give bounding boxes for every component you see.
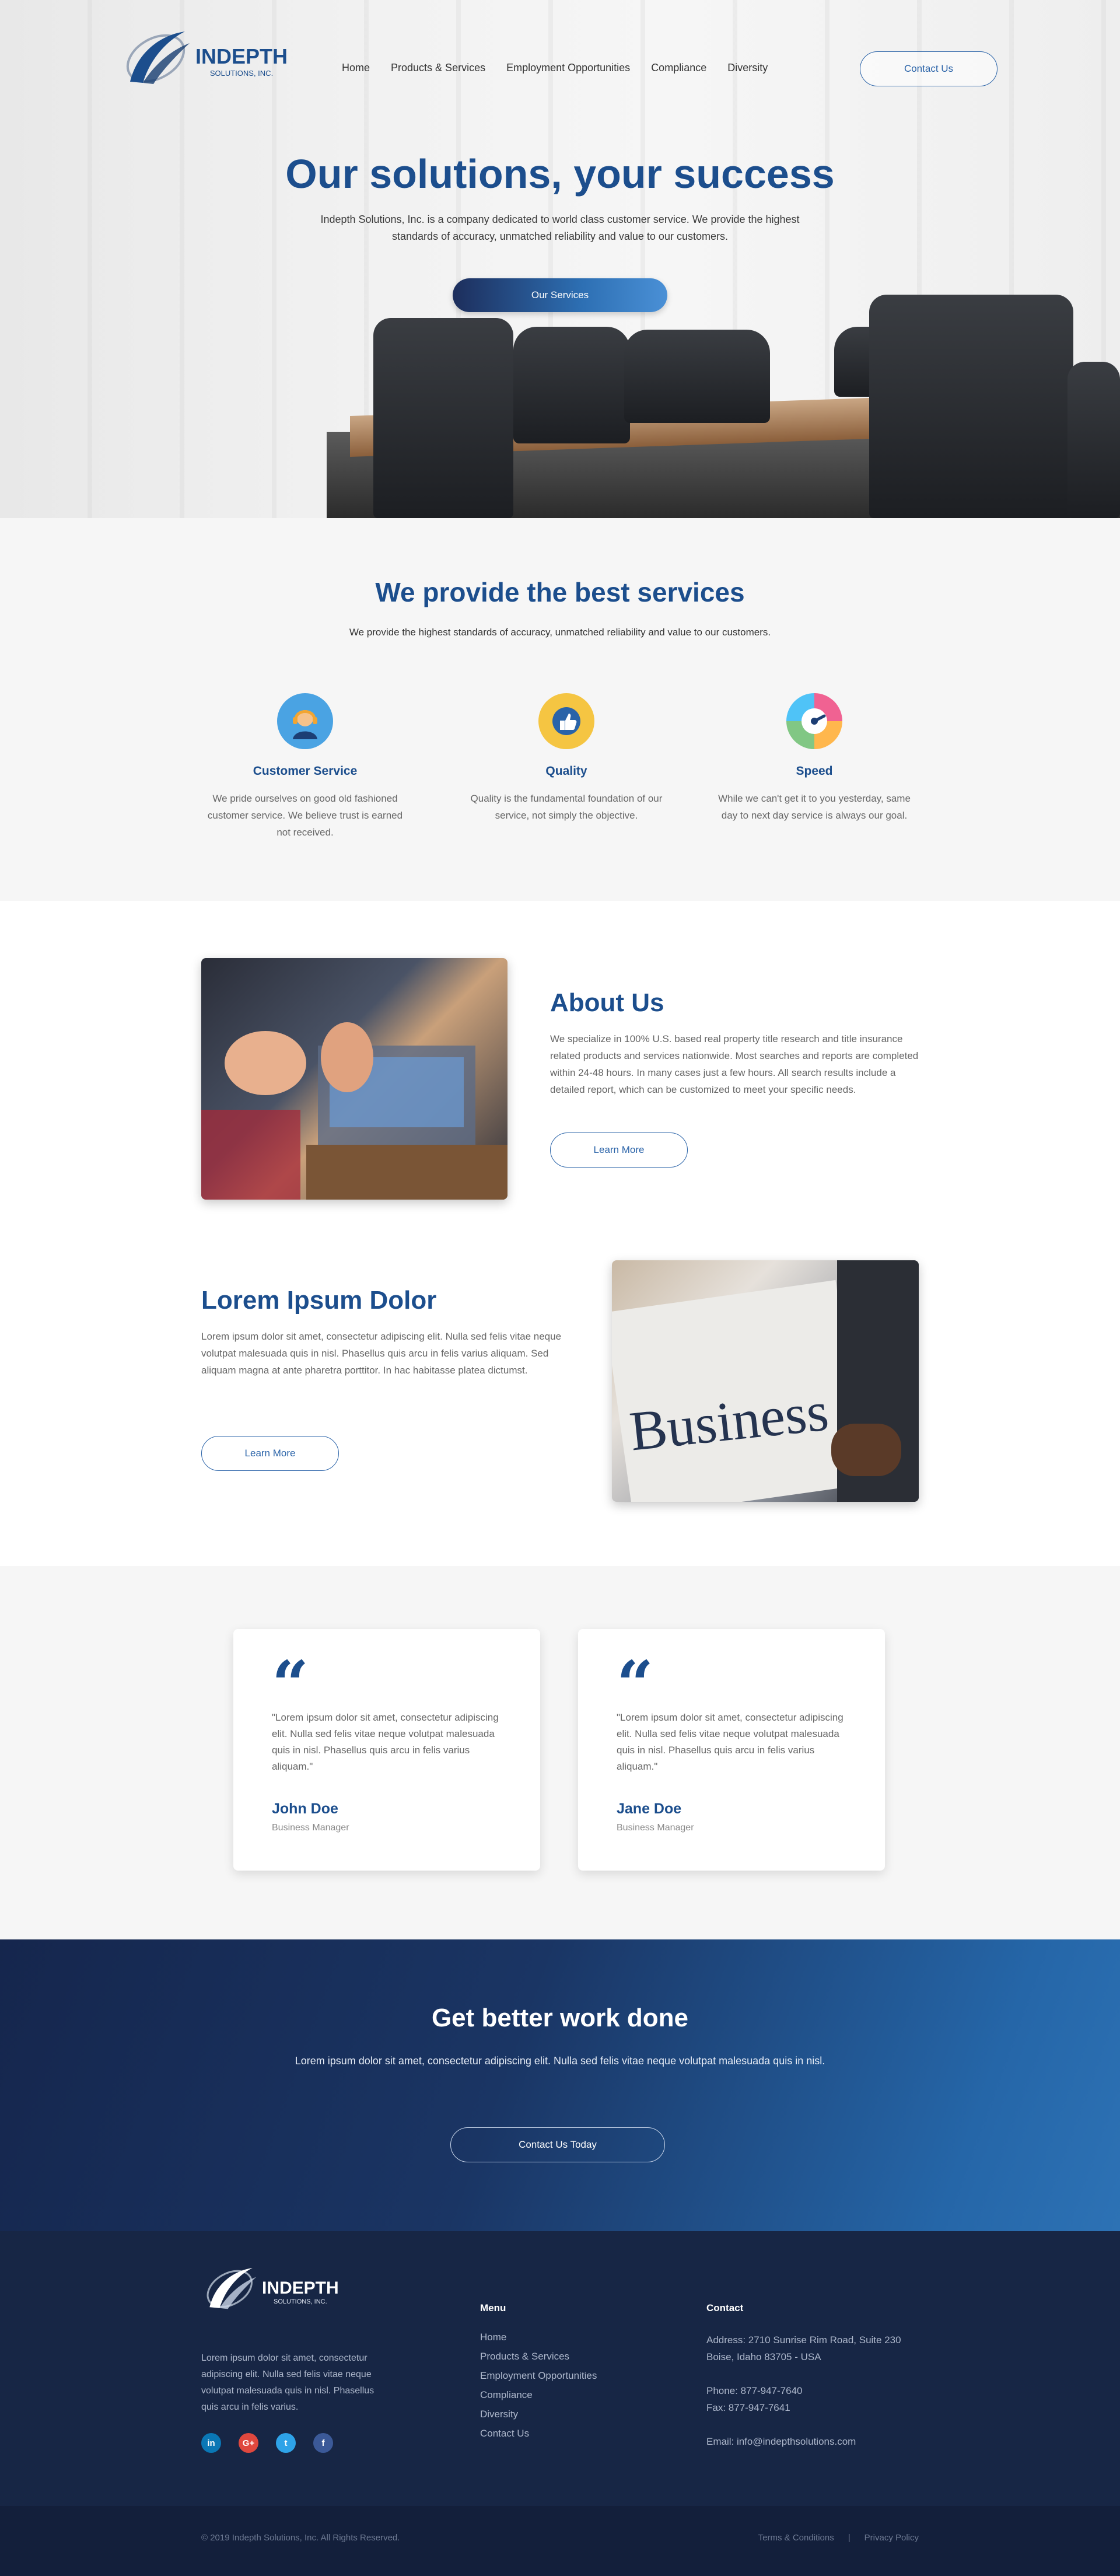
- hero-chair: [513, 327, 630, 443]
- business-newspaper-photo: Business: [612, 1260, 919, 1502]
- service-title: Speed: [796, 764, 833, 778]
- legal-links: Terms & Conditions | Privacy Policy: [758, 2533, 919, 2543]
- testimonial-name: John Doe: [272, 1801, 338, 1817]
- meeting-hands-photo: [201, 958, 508, 1200]
- facebook-icon[interactable]: f: [313, 2433, 333, 2453]
- service-title: Quality: [545, 764, 587, 778]
- footer: INDEPTH SOLUTIONS, INC. Lorem ipsum dolo…: [0, 2231, 1120, 2506]
- footer-menu-title: Menu: [480, 2302, 506, 2313]
- hero-section: INDEPTH SOLUTIONS, INC. Home Products & …: [0, 0, 1120, 518]
- service-description: While we can't get it to you yesterday, …: [718, 793, 911, 821]
- speedometer-icon: [786, 693, 842, 749]
- service-description: Quality is the fundamental foundation of…: [470, 793, 663, 821]
- footer-menu-employment[interactable]: Employment Opportunities: [480, 2370, 597, 2382]
- cta-title: Get better work done: [431, 2004, 689, 2032]
- service-title: Customer Service: [253, 764, 358, 778]
- nav-item-diversity[interactable]: Diversity: [727, 62, 768, 74]
- top-navigation: INDEPTH SOLUTIONS, INC. Home Products & …: [0, 0, 1120, 117]
- cta-subtitle: Lorem ipsum dolor sit amet, consectetur …: [295, 2055, 825, 2067]
- hero-chair: [624, 330, 770, 423]
- footer-contact-info: Address: 2710 Sunrise Rim Road, Suite 23…: [706, 2332, 940, 2467]
- footer-description: Lorem ipsum dolor sit amet, consectetur …: [201, 2353, 374, 2412]
- quote-icon: “: [272, 1647, 309, 1722]
- footer-logo[interactable]: INDEPTH SOLUTIONS, INC.: [201, 2262, 339, 2314]
- service-card-customer-service: Customer Service We pride ourselves on g…: [203, 693, 407, 841]
- footer-email[interactable]: Email: info@indepthsolutions.com: [706, 2436, 856, 2447]
- testimonial-role: Business Manager: [617, 1823, 694, 1833]
- logo-subtitle: SOLUTIONS, INC.: [209, 69, 274, 78]
- testimonial-role: Business Manager: [272, 1823, 349, 1833]
- hero-description: Indepth Solutions, Inc. is a company ded…: [320, 214, 800, 242]
- logo-swoosh-icon: [126, 32, 190, 84]
- our-services-button[interactable]: Our Services: [453, 278, 667, 312]
- google-plus-icon[interactable]: G+: [239, 2433, 258, 2453]
- copyright-text: © 2019 Indepth Solutions, Inc. All Right…: [201, 2533, 400, 2543]
- footer-menu-contact[interactable]: Contact Us: [480, 2428, 597, 2439]
- footer-phone: Phone: 877-947-7640: [706, 2385, 803, 2396]
- nav-item-products-services[interactable]: Products & Services: [391, 62, 485, 74]
- nav-item-compliance[interactable]: Compliance: [651, 62, 706, 74]
- footer-menu-products-services[interactable]: Products & Services: [480, 2351, 597, 2362]
- footer-menu-compliance[interactable]: Compliance: [480, 2389, 597, 2401]
- twitter-icon[interactable]: t: [276, 2433, 296, 2453]
- testimonial-card: “ "Lorem ipsum dolor sit amet, consectet…: [578, 1629, 885, 1871]
- social-links: in G+ t f: [201, 2433, 333, 2453]
- logo-name: INDEPTH: [195, 44, 288, 68]
- quote-icon: “: [617, 1647, 654, 1722]
- about-text: We specialize in 100% U.S. based real pr…: [550, 1033, 919, 1095]
- footer-menu-home[interactable]: Home: [480, 2332, 597, 2343]
- footer-menu-diversity[interactable]: Diversity: [480, 2409, 597, 2420]
- about-learn-more-button[interactable]: Learn More: [550, 1133, 688, 1168]
- hero-title: Our solutions, your success: [285, 151, 835, 197]
- nav-item-employment[interactable]: Employment Opportunities: [506, 62, 630, 74]
- testimonial-card: “ "Lorem ipsum dolor sit amet, consectet…: [233, 1629, 540, 1871]
- footer-address-line1: Address: 2710 Sunrise Rim Road, Suite 23…: [706, 2334, 901, 2346]
- linkedin-icon[interactable]: in: [201, 2433, 221, 2453]
- footer-menu: Home Products & Services Employment Oppo…: [480, 2332, 597, 2447]
- contact-us-today-button[interactable]: Contact Us Today: [450, 2127, 665, 2162]
- service-card-quality: Quality Quality is the fundamental found…: [464, 693, 668, 824]
- testimonial-quote: "Lorem ipsum dolor sit amet, consectetur…: [272, 1712, 499, 1772]
- hero-chair: [373, 318, 513, 518]
- privacy-link[interactable]: Privacy Policy: [864, 2533, 919, 2543]
- thumbs-up-badge-icon: [538, 693, 594, 749]
- site-logo[interactable]: INDEPTH SOLUTIONS, INC.: [120, 23, 289, 90]
- testimonials-section: “ "Lorem ipsum dolor sit amet, consectet…: [0, 1566, 1120, 1939]
- lorem-text: Lorem ipsum dolor sit amet, consectetur …: [201, 1331, 562, 1376]
- terms-link[interactable]: Terms & Conditions: [758, 2533, 834, 2543]
- services-title: We provide the best services: [375, 577, 745, 607]
- bottom-bar: © 2019 Indepth Solutions, Inc. All Right…: [0, 2506, 1120, 2576]
- hero-chair: [1068, 362, 1120, 518]
- testimonial-name: Jane Doe: [617, 1801, 682, 1817]
- testimonial-quote: "Lorem ipsum dolor sit amet, consectetur…: [617, 1712, 844, 1772]
- headset-agent-icon: [277, 693, 333, 749]
- hero-chair: [869, 295, 1073, 518]
- service-description: We pride ourselves on good old fashioned…: [207, 793, 403, 838]
- footer-contact-title: Contact: [706, 2302, 744, 2313]
- footer-logo-subtitle: SOLUTIONS, INC.: [274, 2298, 327, 2305]
- lorem-learn-more-button[interactable]: Learn More: [201, 1436, 339, 1471]
- legal-separator: |: [848, 2533, 850, 2543]
- about-section: About Us We specialize in 100% U.S. base…: [0, 901, 1120, 1566]
- about-title: About Us: [550, 988, 664, 1017]
- footer-address-line2: Boise, Idaho 83705 - USA: [706, 2351, 821, 2362]
- logo-swoosh-icon: [206, 2267, 257, 2309]
- service-card-speed: Speed While we can't get it to you yeste…: [712, 693, 916, 824]
- services-subtitle: We provide the highest standards of accu…: [349, 627, 771, 638]
- contact-us-button[interactable]: Contact Us: [860, 51, 998, 86]
- lorem-title: Lorem Ipsum Dolor: [201, 1286, 437, 1315]
- services-section: We provide the best services We provide …: [0, 518, 1120, 901]
- cta-section: Get better work done Lorem ipsum dolor s…: [0, 1939, 1120, 2231]
- main-menu: Home Products & Services Employment Oppo…: [342, 62, 789, 74]
- footer-logo-name: INDEPTH: [262, 2278, 339, 2298]
- nav-item-home[interactable]: Home: [342, 62, 370, 74]
- footer-fax: Fax: 877-947-7641: [706, 2402, 790, 2413]
